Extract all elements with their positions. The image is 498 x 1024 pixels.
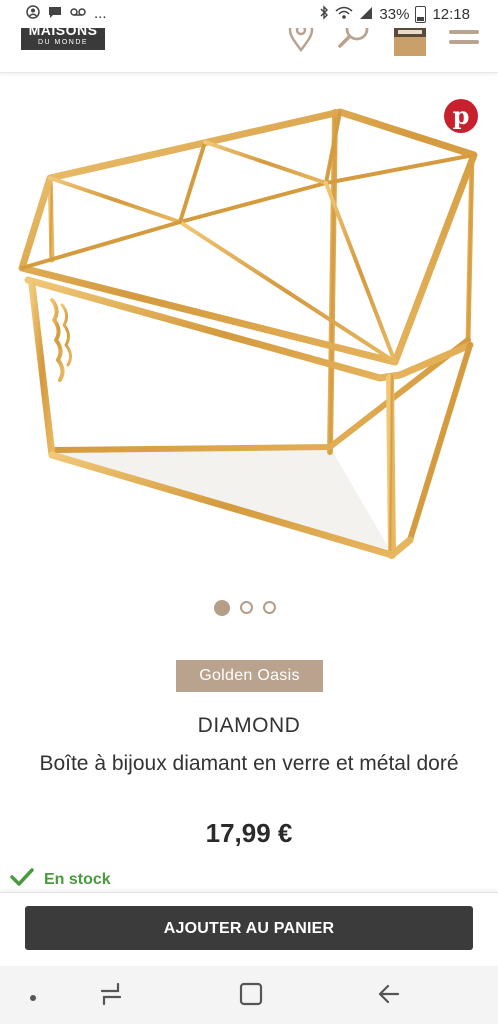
checkmark-icon bbox=[10, 868, 34, 891]
home-icon[interactable] bbox=[238, 980, 264, 1013]
search-icon[interactable] bbox=[336, 28, 372, 57]
product-price: 17,99 € bbox=[205, 818, 293, 848]
product-description: Boîte à bijoux diamant en verre et métal… bbox=[39, 752, 459, 775]
message-icon bbox=[48, 5, 62, 22]
battery-percent: 33% bbox=[379, 5, 410, 23]
carousel-dot-2[interactable] bbox=[240, 601, 253, 614]
recent-apps-icon[interactable] bbox=[98, 980, 124, 1013]
signal-icon bbox=[359, 6, 373, 23]
status-bar: ... 33% 12:18 bbox=[0, 0, 498, 30]
collection-badge[interactable]: Golden Oasis bbox=[176, 660, 323, 692]
back-icon[interactable] bbox=[376, 980, 402, 1013]
maisons-du-monde-logo[interactable]: MAISONS DU MONDE bbox=[21, 28, 105, 50]
app-header: MAISONS DU MONDE bbox=[0, 28, 498, 73]
more-notifications: ... bbox=[94, 5, 107, 22]
location-pin-icon[interactable] bbox=[286, 28, 316, 57]
product-image[interactable] bbox=[0, 88, 498, 578]
account-icon bbox=[26, 5, 40, 22]
stock-status: En stock bbox=[10, 868, 111, 891]
add-to-cart-button[interactable]: AJOUTER AU PANIER bbox=[25, 906, 473, 950]
pinterest-share-button[interactable]: p bbox=[444, 99, 478, 133]
nav-dot-icon bbox=[28, 990, 38, 1008]
carousel-dot-1[interactable] bbox=[214, 600, 230, 616]
clock: 12:18 bbox=[432, 5, 470, 23]
carousel-dot-3[interactable] bbox=[263, 601, 276, 614]
product-name: DIAMOND bbox=[197, 714, 301, 737]
voicemail-icon bbox=[70, 5, 86, 22]
logo-text-sub: DU MONDE bbox=[37, 39, 89, 46]
menu-icon[interactable] bbox=[448, 28, 480, 55]
battery-icon bbox=[415, 5, 427, 23]
stock-label: En stock bbox=[44, 870, 111, 888]
shopping-bag-icon[interactable] bbox=[392, 28, 428, 65]
jewelry-box-illustration bbox=[18, 108, 478, 559]
carousel-indicator bbox=[214, 600, 276, 616]
bluetooth-icon bbox=[319, 5, 329, 23]
android-nav-bar bbox=[0, 966, 498, 1024]
logo-text-main: MAISONS bbox=[28, 28, 98, 38]
wifi-icon bbox=[335, 6, 353, 23]
